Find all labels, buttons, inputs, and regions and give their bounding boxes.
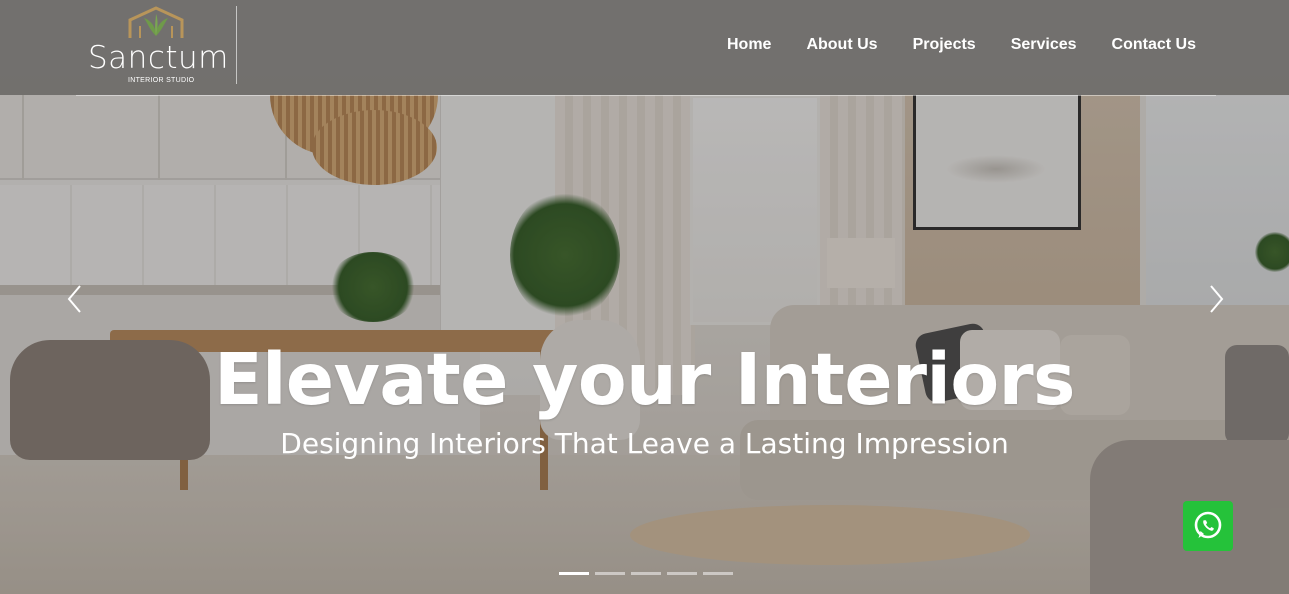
nav-home[interactable]: Home [727,36,771,54]
carousel-indicator-4[interactable] [667,572,697,575]
chevron-left-icon [67,285,81,313]
carousel-indicator-5[interactable] [703,572,733,575]
brand-tagline: INTERIOR STUDIO [128,77,195,84]
nav-contact-us[interactable]: Contact Us [1112,36,1196,54]
whatsapp-icon [1194,511,1222,539]
carousel-indicator-2[interactable] [595,572,625,575]
logo[interactable]: Sanctum INTERIOR STUDIO [86,4,236,86]
house-leaf-icon [128,6,184,38]
carousel-prev-button[interactable] [60,282,90,316]
nav-projects[interactable]: Projects [913,36,976,54]
hero-headline: Elevate your Interiors [214,338,1075,421]
carousel-next-button[interactable] [1201,282,1231,316]
carousel-indicator-1[interactable] [559,572,589,575]
header-divider [76,95,1216,96]
hero-subheadline: Designing Interiors That Leave a Lasting… [280,427,1009,460]
logo-divider [236,6,237,84]
whatsapp-button[interactable] [1183,501,1233,551]
nav-services[interactable]: Services [1011,36,1077,54]
chevron-right-icon [1210,285,1224,313]
main-nav: Home About Us Projects Services Contact … [727,36,1196,54]
brand-name: Sanctum [88,40,229,76]
nav-about-us[interactable]: About Us [806,36,877,54]
site-header: Sanctum INTERIOR STUDIO Home About Us Pr… [0,0,1289,95]
carousel-indicator-3[interactable] [631,572,661,575]
carousel-indicators [559,572,733,575]
